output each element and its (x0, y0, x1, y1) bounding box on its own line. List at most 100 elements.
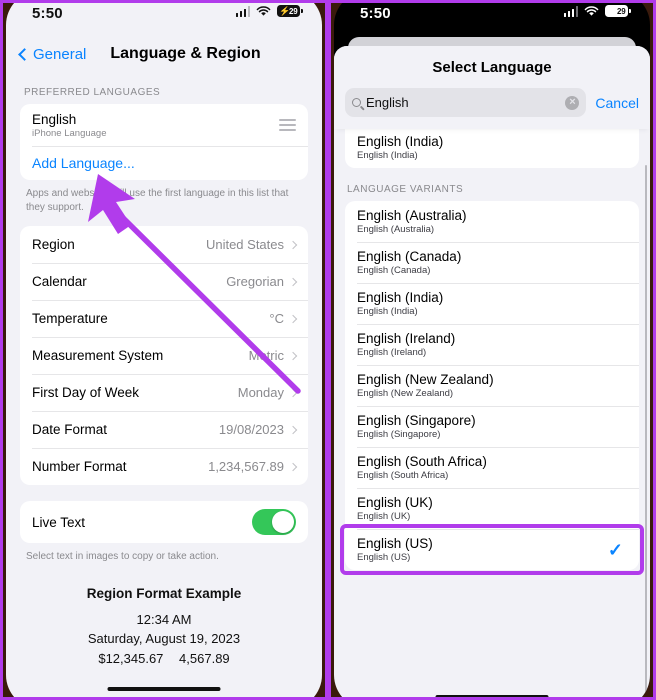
search-row: English × Cancel (334, 76, 650, 129)
region-format-example: Region Format Example 12:34 AM Saturday,… (20, 564, 308, 669)
add-language-button[interactable]: Add Language... (20, 146, 308, 180)
language-title: English (32, 111, 77, 127)
search-input[interactable]: English × (345, 88, 587, 117)
region-settings-card: Region United States Calendar Gregorian Temp… (20, 226, 308, 485)
nav-bar: General Language & Region (6, 37, 322, 71)
region-example-time: 12:34 AM (136, 611, 192, 627)
wifi-icon (584, 5, 599, 16)
settings-row-value: °C (269, 311, 284, 326)
live-text-row[interactable]: Live Text (20, 501, 308, 543)
settings-row-calendar[interactable]: Calendar Gregorian (20, 263, 308, 300)
lang-subtitle: English (India) (357, 150, 418, 161)
status-bar-right: 5:50 29 (334, 3, 650, 37)
variant-row[interactable]: English (Ireland) English (Ireland) (345, 324, 639, 365)
lang-subtitle: English (Singapore) (357, 429, 441, 440)
region-example-currency: $12,345.67 (98, 651, 164, 666)
region-example-money: $12,345.67 4,567.89 (30, 649, 298, 669)
variant-row[interactable]: English (Australia) English (Australia) (345, 201, 639, 242)
settings-row-measurement-system[interactable]: Measurement System Metric (20, 337, 308, 374)
status-time: 5:50 (360, 5, 391, 22)
search-icon (352, 98, 361, 107)
checkmark-icon: ✓ (607, 539, 623, 560)
right-phone-panel: 5:50 29 Select Language English × Cancel… (328, 0, 656, 700)
sheet-header: Select Language English × Cancel (334, 46, 650, 129)
battery-icon: 29 (605, 5, 631, 17)
settings-row-value: United States (205, 237, 284, 252)
lang-title: English (Singapore) (357, 413, 476, 428)
settings-row-region[interactable]: Region United States (20, 226, 308, 263)
scrollbar[interactable] (644, 165, 647, 697)
chevron-right-icon (288, 240, 298, 249)
variant-row[interactable]: English (Singapore) English (Singapore) (345, 406, 639, 447)
home-indicator (107, 686, 221, 691)
live-text-label: Live Text (32, 514, 86, 530)
list-item[interactable]: English (India) English (India) (345, 129, 639, 168)
settings-row-number-format[interactable]: Number Format 1,234,567.89 (20, 448, 308, 485)
variant-row[interactable]: English (South Africa) English (South Afr… (345, 447, 639, 488)
variant-row[interactable]: English (US) English (US) ✓ (345, 529, 639, 570)
settings-row-value: Monday (237, 385, 284, 400)
top-partial-results-card: English (Australia) English (India) Engl… (345, 129, 639, 168)
region-example-date: Saturday, August 19, 2023 (87, 631, 241, 647)
cancel-button[interactable]: Cancel (595, 95, 639, 111)
lang-title: English (US) (357, 536, 433, 551)
variant-row[interactable]: English (Canada) English (Canada) (345, 242, 639, 283)
left-phone-panel: 5:50 ⚡ 29 General Language & Region PREF… (0, 0, 328, 700)
lang-subtitle: English (Ireland) (357, 347, 427, 358)
charging-bolt-icon: ⚡ (279, 6, 291, 16)
settings-row-label: Number Format (32, 459, 127, 474)
status-bar-left: 5:50 ⚡ 29 (6, 3, 322, 37)
reorder-handle-icon[interactable] (279, 119, 296, 131)
lang-title: English (New Zealand) (357, 372, 494, 387)
chevron-right-icon (288, 351, 298, 360)
settings-row-label: First Day of Week (32, 385, 140, 400)
select-language-sheet: Select Language English × Cancel English… (334, 46, 650, 697)
live-text-toggle[interactable] (252, 509, 296, 535)
settings-row-value: 19/08/2023 (218, 422, 284, 437)
page-title: Language & Region (110, 45, 261, 62)
variant-row[interactable]: English (New Zealand) English (New Zealan… (345, 365, 639, 406)
lang-subtitle: English (New Zealand) (357, 388, 454, 399)
variant-row[interactable]: English (India) English (India) (345, 283, 639, 324)
settings-row-date-format[interactable]: Date Format 19/08/2023 (20, 411, 308, 448)
settings-row-temperature[interactable]: Temperature °C (20, 300, 308, 337)
settings-scroll-area: PREFERRED LANGUAGES English iPhone Langu… (6, 71, 322, 669)
add-language-label: Add Language... (32, 155, 135, 171)
settings-row-value: 1,234,567.89 (208, 459, 284, 474)
toggle-knob (272, 511, 294, 533)
variant-row[interactable]: English (UK) English (UK) (345, 488, 639, 529)
settings-row-label: Measurement System (32, 348, 164, 363)
back-button-general[interactable]: General (18, 45, 87, 63)
wifi-icon (256, 5, 271, 16)
language-variants-header: LANGUAGE VARIANTS (347, 184, 464, 195)
preferred-languages-card: English iPhone Language Add Language... (20, 104, 308, 180)
sheet-title: Select Language (432, 59, 552, 76)
lang-title: English (UK) (357, 495, 433, 510)
back-button-label: General (33, 45, 87, 63)
battery-icon: ⚡ 29 (277, 5, 303, 17)
lang-title: English (Canada) (357, 249, 462, 264)
chevron-right-icon (288, 277, 298, 286)
lang-title: English (India) (357, 134, 444, 149)
language-variants-card: English (Australia) English (Australia) En… (345, 201, 639, 570)
settings-row-label: Date Format (32, 422, 108, 437)
live-text-footnote: Select text in images to copy or take ac… (26, 551, 219, 562)
clear-circle-icon[interactable]: × (565, 95, 580, 110)
live-text-card: Live Text (20, 501, 308, 543)
lang-subtitle: English (US) (357, 552, 411, 563)
lang-subtitle: English (UK) (357, 511, 411, 522)
language-subtitle: iPhone Language (32, 127, 107, 139)
chevron-left-icon (18, 47, 31, 61)
preferred-languages-header: PREFERRED LANGUAGES (24, 87, 161, 98)
language-row-english[interactable]: English iPhone Language (20, 104, 308, 146)
settings-row-label: Region (32, 237, 75, 252)
search-value: English (366, 95, 409, 110)
region-example-number: 4,567.89 (179, 651, 230, 666)
battery-level: 29 (617, 6, 626, 16)
cellular-bars-icon (563, 5, 578, 17)
battery-level: 29 (289, 6, 298, 16)
lang-subtitle: English (Canada) (357, 265, 431, 276)
settings-row-value: Gregorian (226, 274, 284, 289)
settings-row-first-day-of-week[interactable]: First Day of Week Monday (20, 374, 308, 411)
lang-subtitle: English (South Africa) (357, 470, 449, 481)
